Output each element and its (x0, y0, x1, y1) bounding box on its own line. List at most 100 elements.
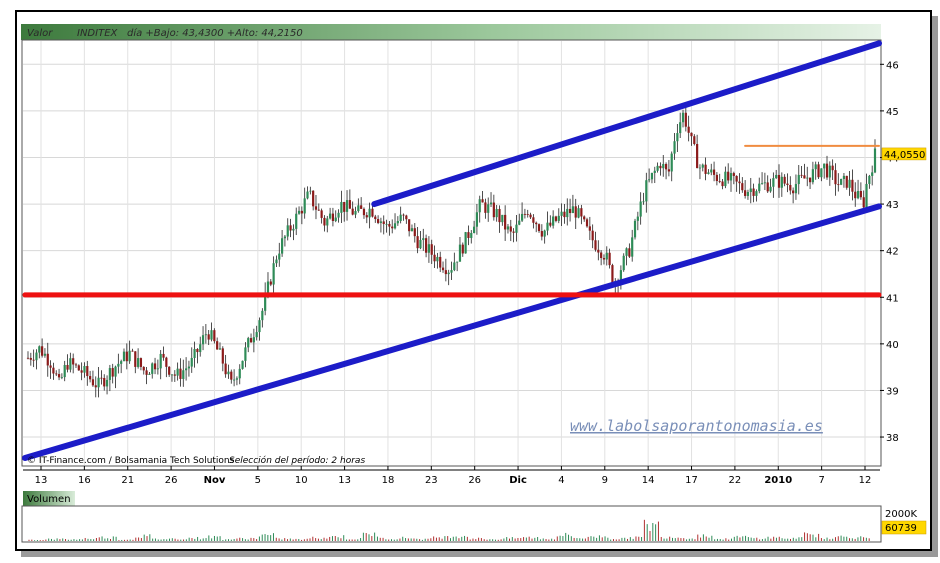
x-tick-label: Dic (509, 475, 527, 486)
candle-body (707, 172, 710, 174)
candle-body (396, 221, 399, 224)
candle-body (741, 183, 744, 191)
candle-body (289, 225, 292, 231)
candle-body (642, 201, 645, 203)
candle-body (312, 190, 315, 207)
candle-body (419, 239, 422, 249)
candle-body (859, 190, 862, 198)
candle-body (622, 255, 625, 271)
candle-body (851, 179, 854, 192)
candle-body (602, 258, 606, 260)
candle-body (868, 175, 871, 184)
current-price-marker: 44,0550 (881, 147, 927, 161)
candle-body (571, 206, 575, 214)
candle-body (467, 232, 470, 238)
candle-body (854, 191, 857, 199)
y-tick-label: 43 (886, 200, 899, 211)
candle-body (252, 337, 255, 343)
current-price-label: 44,0550 (884, 150, 925, 161)
candle-body (343, 201, 346, 212)
candle-body (450, 270, 453, 273)
candle-body (351, 208, 354, 215)
candle-body (727, 171, 730, 181)
candle-body (303, 198, 306, 214)
candle-body (179, 368, 182, 379)
candle-body (828, 165, 831, 178)
candle-body (823, 163, 826, 169)
x-tick-label: 21 (121, 475, 134, 486)
candle-body (111, 368, 114, 377)
candle-body (348, 200, 351, 209)
candle-body (185, 368, 188, 371)
watermark-text: www.labolsaporantonomasia.es (570, 417, 823, 435)
candle-body (484, 202, 487, 213)
candle-body (168, 366, 171, 375)
candle-body (817, 164, 820, 178)
candle-body (760, 183, 764, 184)
candle-body (794, 184, 798, 194)
candle-body (402, 214, 405, 216)
candle-body (405, 215, 408, 220)
candle-body (679, 122, 682, 134)
candle-body (105, 379, 109, 387)
candle-body (41, 346, 44, 356)
candle-body (216, 341, 219, 350)
candle-body (560, 211, 563, 216)
candle-body (535, 222, 538, 225)
x-tick-label: 14 (642, 475, 655, 486)
x-tick-label: 2010 (764, 475, 792, 486)
candle-body (600, 252, 603, 259)
candle-body (100, 377, 103, 379)
candle-body (831, 165, 834, 171)
candle-body (789, 184, 792, 191)
candle-body (792, 190, 795, 194)
candle-body (495, 208, 498, 218)
candle-body (286, 225, 289, 237)
candle-body (114, 366, 117, 377)
candle-body (498, 208, 501, 223)
y-tick-label: 46 (886, 60, 899, 71)
candle-body (633, 220, 637, 238)
candle-body (413, 228, 416, 237)
candle-body (755, 191, 758, 196)
candle-body (840, 178, 843, 185)
candle-body (128, 350, 131, 362)
candle-body (297, 210, 301, 214)
candle-body (74, 364, 78, 366)
stock-chart: Valor INDITEX día +Bajo: 43,4300 +Alto: … (21, 24, 927, 543)
candle-body (275, 259, 278, 264)
candle-body (552, 216, 555, 226)
x-tick-label: 13 (338, 475, 351, 486)
candle-body (221, 348, 224, 364)
candle-body (91, 379, 95, 386)
candle-body (670, 153, 673, 172)
candle-body (834, 170, 837, 185)
candle-body (391, 226, 394, 229)
candle-body (777, 174, 781, 188)
candle-body (89, 376, 92, 380)
candle-body (314, 206, 318, 210)
x-tick-label: 18 (382, 475, 395, 486)
candle-body (320, 210, 323, 218)
candle-body (187, 366, 191, 369)
candle-body (69, 358, 72, 370)
candle-body (162, 353, 165, 358)
candle-body (193, 348, 196, 358)
candle-body (588, 226, 591, 231)
candle-body (800, 174, 803, 176)
candle-body (625, 248, 628, 256)
candle-body (173, 374, 176, 376)
candle-body (585, 219, 589, 227)
candle-body (306, 191, 309, 199)
candle-body (464, 232, 467, 254)
candle-body (151, 363, 154, 374)
candle-body (475, 212, 479, 227)
candle-body (591, 230, 594, 241)
x-tick-label: 26 (468, 475, 481, 486)
credit-source: © IT-Finance.com / Bolsamania Tech Solut… (27, 456, 235, 466)
candle-body (108, 368, 111, 380)
candle-body (46, 353, 49, 366)
candle-body (676, 133, 679, 142)
candle-body (331, 213, 335, 221)
candle-body (848, 179, 851, 188)
